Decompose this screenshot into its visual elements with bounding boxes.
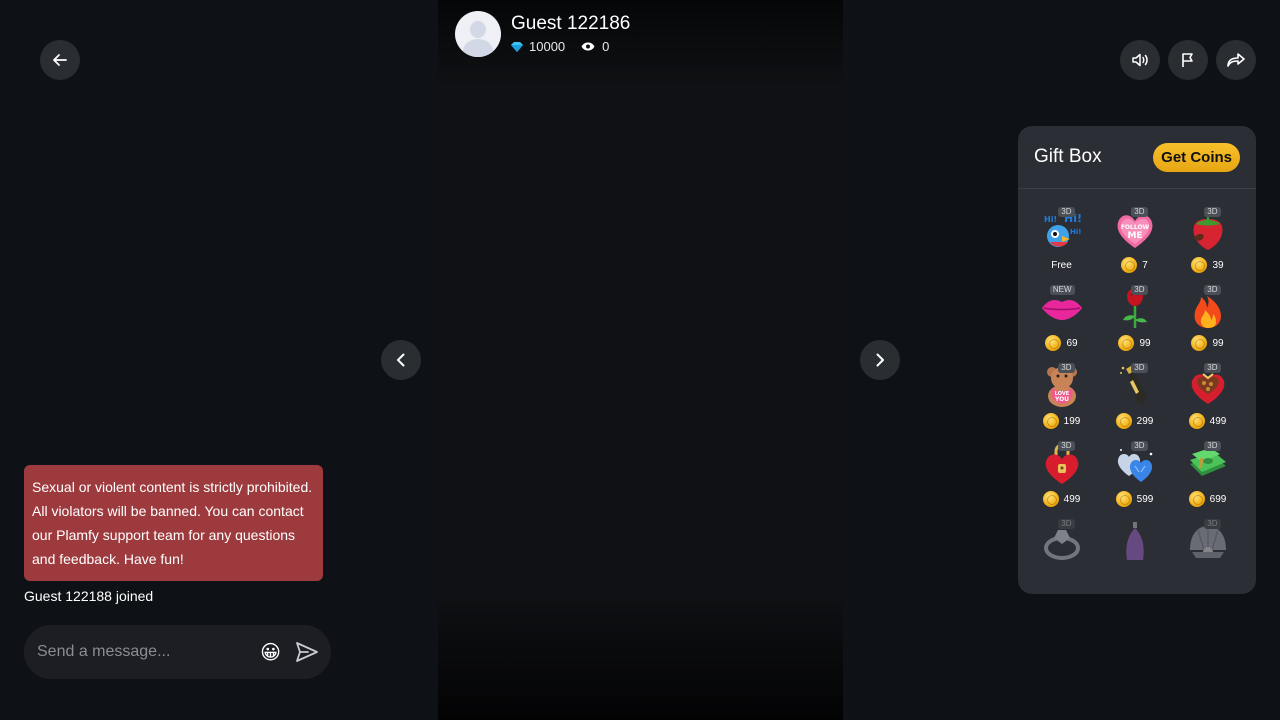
svg-text:ME: ME (1127, 231, 1142, 241)
gift-badge: 3D (1058, 207, 1075, 217)
gift-badge: 3D (1058, 363, 1075, 373)
gift-price: 7 (1142, 259, 1148, 271)
gift-badge: 3D (1131, 207, 1148, 217)
gift-item[interactable]: 3D 299 (1098, 361, 1171, 439)
join-message: Guest 122188 joined (24, 588, 154, 604)
gift-item[interactable]: LOVE YOU 3D 199 (1025, 361, 1098, 439)
gift-badge: 3D (1204, 207, 1221, 217)
gift-badge: 3D (1204, 285, 1221, 295)
gift-price: Free (1051, 259, 1072, 271)
gift-box-panel: Gift Box Get Coins Hi! Hi! Hi! 3D Free FOL… (1018, 126, 1256, 594)
gift-item[interactable]: 3D 99 (1098, 283, 1171, 361)
share-arrow-icon (1227, 53, 1245, 67)
gift-price: 499 (1063, 493, 1081, 505)
gift-price: 199 (1063, 415, 1081, 427)
diamond-icon (511, 41, 523, 52)
coin-icon (1191, 257, 1208, 273)
gift-badge: 3D (1058, 441, 1075, 451)
gift-item[interactable]: 3D 39 (1171, 205, 1244, 283)
viewer-count: 0 (602, 39, 610, 54)
flag-icon (1182, 53, 1193, 67)
chevron-right-icon (876, 353, 884, 367)
coin-icon (1042, 491, 1059, 507)
streamer-name: Guest 122186 (511, 13, 631, 34)
avatar[interactable] (455, 11, 501, 57)
arrow-left-icon (53, 54, 67, 66)
gift-grid: Hi! Hi! Hi! 3D Free FOLLOW ME 3D 7 3D 39 NE… (1018, 189, 1256, 594)
gift-item[interactable]: 3D 499 (1025, 439, 1098, 517)
get-coins-button[interactable]: Get Coins (1153, 142, 1240, 172)
gift-badge: 3D (1131, 441, 1148, 451)
gift-item[interactable]: 3D (1171, 517, 1244, 594)
community-rules-notice: Sexual or violent content is strictly pr… (24, 465, 323, 581)
gift-price: 599 (1136, 493, 1154, 505)
gift-item[interactable]: 3D 99 (1171, 283, 1244, 361)
svg-text:FOLLOW: FOLLOW (1120, 224, 1149, 231)
gift-badge: 3D (1204, 519, 1221, 529)
eye-icon (581, 42, 595, 51)
gift-badge: 3D (1131, 285, 1148, 295)
share-button[interactable] (1216, 40, 1256, 80)
gift-box-title: Gift Box (1034, 146, 1102, 167)
gift-item[interactable]: NEW 69 (1025, 283, 1098, 361)
gift-item[interactable] (1098, 517, 1171, 594)
gift-badge: 3D (1204, 441, 1221, 451)
gift-badge: 3D (1131, 363, 1148, 373)
gift-price: 99 (1139, 337, 1151, 349)
gift-item[interactable]: 3D 599 (1098, 439, 1171, 517)
message-input[interactable] (37, 643, 261, 661)
video-stage (438, 0, 843, 720)
gift-item[interactable]: Hi! Hi! Hi! 3D Free (1025, 205, 1098, 283)
coin-icon (1115, 491, 1132, 507)
gift-price: 299 (1136, 415, 1154, 427)
volume-button[interactable] (1120, 40, 1160, 80)
coin-icon (1121, 257, 1138, 273)
coin-icon (1045, 335, 1062, 351)
back-button[interactable] (40, 40, 80, 80)
gift-price: 69 (1066, 337, 1078, 349)
svg-text:YOU: YOU (1053, 396, 1068, 403)
svg-text:Hi!: Hi! (1070, 228, 1081, 236)
gift-item[interactable]: 3D 699 (1171, 439, 1244, 517)
gift-item[interactable]: 3D 499 (1171, 361, 1244, 439)
message-composer: 😀 (24, 625, 331, 679)
gift-price: 99 (1212, 337, 1224, 349)
coin-icon (1188, 491, 1205, 507)
coin-icon (1115, 413, 1132, 429)
coin-icon (1118, 335, 1135, 351)
gift-item[interactable]: FOLLOW ME 3D 7 (1098, 205, 1171, 283)
coin-icon (1191, 335, 1208, 351)
chevron-left-icon (397, 353, 405, 367)
coin-icon (1188, 413, 1205, 429)
gift-price: 499 (1209, 415, 1227, 427)
perfume-icon (1125, 522, 1144, 560)
gift-price: 699 (1209, 493, 1227, 505)
report-button[interactable] (1168, 40, 1208, 80)
gift-price: 39 (1212, 259, 1224, 271)
next-stream-button[interactable] (860, 340, 900, 380)
diamond-count: 10000 (529, 39, 566, 54)
coin-icon (1042, 413, 1059, 429)
speaker-icon (1132, 53, 1148, 67)
gift-badge: NEW (1049, 285, 1075, 295)
gift-badge: 3D (1058, 519, 1075, 529)
gift-badge: 3D (1204, 363, 1221, 373)
emoji-button[interactable]: 😀 (260, 640, 281, 665)
svg-text:Hi!: Hi! (1044, 215, 1057, 224)
previous-stream-button[interactable] (381, 340, 421, 380)
gift-item[interactable]: 3D (1025, 517, 1098, 594)
send-icon[interactable] (295, 641, 319, 663)
streamer-header: Guest 122186 10000 0 (455, 11, 630, 57)
